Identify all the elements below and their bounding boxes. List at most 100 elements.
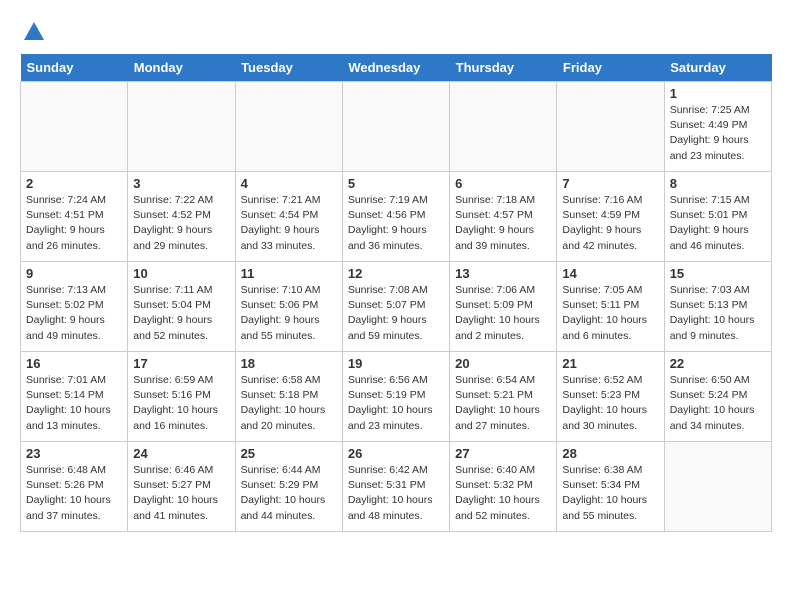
day-number: 19 xyxy=(348,356,444,371)
day-info: Sunrise: 6:44 AM Sunset: 5:29 PM Dayligh… xyxy=(241,463,337,524)
calendar-cell: 10 Sunrise: 7:11 AM Sunset: 5:04 PM Dayli… xyxy=(128,262,235,352)
calendar-week-3: 9 Sunrise: 7:13 AM Sunset: 5:02 PM Daylig… xyxy=(21,262,772,352)
day-info: Sunrise: 7:08 AM Sunset: 5:07 PM Dayligh… xyxy=(348,283,444,344)
day-number: 25 xyxy=(241,446,337,461)
day-number: 28 xyxy=(562,446,658,461)
day-info: Sunrise: 7:21 AM Sunset: 4:54 PM Dayligh… xyxy=(241,193,337,254)
day-number: 13 xyxy=(455,266,551,281)
day-info: Sunrise: 7:22 AM Sunset: 4:52 PM Dayligh… xyxy=(133,193,229,254)
calendar-cell xyxy=(21,82,128,172)
calendar-cell xyxy=(342,82,449,172)
day-number: 21 xyxy=(562,356,658,371)
weekday-header-sunday: Sunday xyxy=(21,54,128,82)
calendar-cell: 20 Sunrise: 6:54 AM Sunset: 5:21 PM Dayli… xyxy=(450,352,557,442)
calendar-cell: 21 Sunrise: 6:52 AM Sunset: 5:23 PM Dayli… xyxy=(557,352,664,442)
calendar-cell: 28 Sunrise: 6:38 AM Sunset: 5:34 PM Dayli… xyxy=(557,442,664,532)
weekday-header-wednesday: Wednesday xyxy=(342,54,449,82)
day-info: Sunrise: 7:10 AM Sunset: 5:06 PM Dayligh… xyxy=(241,283,337,344)
calendar-cell xyxy=(128,82,235,172)
day-number: 22 xyxy=(670,356,766,371)
day-number: 11 xyxy=(241,266,337,281)
calendar-week-5: 23 Sunrise: 6:48 AM Sunset: 5:26 PM Dayli… xyxy=(21,442,772,532)
calendar-week-2: 2 Sunrise: 7:24 AM Sunset: 4:51 PM Daylig… xyxy=(21,172,772,262)
day-number: 9 xyxy=(26,266,122,281)
weekday-header-friday: Friday xyxy=(557,54,664,82)
day-info: Sunrise: 7:11 AM Sunset: 5:04 PM Dayligh… xyxy=(133,283,229,344)
day-number: 12 xyxy=(348,266,444,281)
day-info: Sunrise: 7:19 AM Sunset: 4:56 PM Dayligh… xyxy=(348,193,444,254)
day-number: 5 xyxy=(348,176,444,191)
calendar-cell: 7 Sunrise: 7:16 AM Sunset: 4:59 PM Daylig… xyxy=(557,172,664,262)
calendar-cell: 5 Sunrise: 7:19 AM Sunset: 4:56 PM Daylig… xyxy=(342,172,449,262)
day-number: 14 xyxy=(562,266,658,281)
calendar-cell: 4 Sunrise: 7:21 AM Sunset: 4:54 PM Daylig… xyxy=(235,172,342,262)
calendar-cell: 8 Sunrise: 7:15 AM Sunset: 5:01 PM Daylig… xyxy=(664,172,771,262)
day-info: Sunrise: 6:52 AM Sunset: 5:23 PM Dayligh… xyxy=(562,373,658,434)
calendar-cell xyxy=(450,82,557,172)
day-number: 16 xyxy=(26,356,122,371)
day-number: 8 xyxy=(670,176,766,191)
calendar-cell: 11 Sunrise: 7:10 AM Sunset: 5:06 PM Dayli… xyxy=(235,262,342,352)
day-info: Sunrise: 6:50 AM Sunset: 5:24 PM Dayligh… xyxy=(670,373,766,434)
day-info: Sunrise: 7:06 AM Sunset: 5:09 PM Dayligh… xyxy=(455,283,551,344)
day-number: 2 xyxy=(26,176,122,191)
day-number: 15 xyxy=(670,266,766,281)
calendar-cell xyxy=(664,442,771,532)
calendar-cell: 17 Sunrise: 6:59 AM Sunset: 5:16 PM Dayli… xyxy=(128,352,235,442)
day-info: Sunrise: 6:48 AM Sunset: 5:26 PM Dayligh… xyxy=(26,463,122,524)
day-number: 6 xyxy=(455,176,551,191)
calendar-cell: 12 Sunrise: 7:08 AM Sunset: 5:07 PM Dayli… xyxy=(342,262,449,352)
calendar-cell: 15Sunrise: 7:03 AM Sunset: 5:13 PM Dayli… xyxy=(664,262,771,352)
calendar-cell: 6 Sunrise: 7:18 AM Sunset: 4:57 PM Daylig… xyxy=(450,172,557,262)
calendar-cell: 23 Sunrise: 6:48 AM Sunset: 5:26 PM Dayli… xyxy=(21,442,128,532)
day-number: 23 xyxy=(26,446,122,461)
day-number: 17 xyxy=(133,356,229,371)
day-info: Sunrise: 6:46 AM Sunset: 5:27 PM Dayligh… xyxy=(133,463,229,524)
calendar-cell: 2 Sunrise: 7:24 AM Sunset: 4:51 PM Daylig… xyxy=(21,172,128,262)
day-number: 20 xyxy=(455,356,551,371)
day-info: Sunrise: 6:54 AM Sunset: 5:21 PM Dayligh… xyxy=(455,373,551,434)
day-number: 7 xyxy=(562,176,658,191)
day-info: Sunrise: 7:24 AM Sunset: 4:51 PM Dayligh… xyxy=(26,193,122,254)
calendar-cell: 18 Sunrise: 6:58 AM Sunset: 5:18 PM Dayli… xyxy=(235,352,342,442)
calendar-cell: 19 Sunrise: 6:56 AM Sunset: 5:19 PM Dayli… xyxy=(342,352,449,442)
page-header xyxy=(20,20,772,44)
calendar-cell: 26Sunrise: 6:42 AM Sunset: 5:31 PM Dayli… xyxy=(342,442,449,532)
day-number: 24 xyxy=(133,446,229,461)
day-info: Sunrise: 6:38 AM Sunset: 5:34 PM Dayligh… xyxy=(562,463,658,524)
logo-icon xyxy=(22,20,46,44)
day-info: Sunrise: 7:25 AM Sunset: 4:49 PM Dayligh… xyxy=(670,103,766,164)
day-info: Sunrise: 6:56 AM Sunset: 5:19 PM Dayligh… xyxy=(348,373,444,434)
day-number: 1 xyxy=(670,86,766,101)
day-info: Sunrise: 7:05 AM Sunset: 5:11 PM Dayligh… xyxy=(562,283,658,344)
day-number: 18 xyxy=(241,356,337,371)
day-info: Sunrise: 7:15 AM Sunset: 5:01 PM Dayligh… xyxy=(670,193,766,254)
calendar-cell xyxy=(557,82,664,172)
day-number: 4 xyxy=(241,176,337,191)
calendar-cell: 3 Sunrise: 7:22 AM Sunset: 4:52 PM Daylig… xyxy=(128,172,235,262)
day-info: Sunrise: 6:40 AM Sunset: 5:32 PM Dayligh… xyxy=(455,463,551,524)
logo xyxy=(20,20,46,44)
day-number: 27 xyxy=(455,446,551,461)
day-info: Sunrise: 7:18 AM Sunset: 4:57 PM Dayligh… xyxy=(455,193,551,254)
calendar-week-4: 16 Sunrise: 7:01 AM Sunset: 5:14 PM Dayli… xyxy=(21,352,772,442)
day-info: Sunrise: 7:01 AM Sunset: 5:14 PM Dayligh… xyxy=(26,373,122,434)
day-number: 3 xyxy=(133,176,229,191)
day-number: 10 xyxy=(133,266,229,281)
calendar-cell: 24 Sunrise: 6:46 AM Sunset: 5:27 PM Dayli… xyxy=(128,442,235,532)
calendar-cell: 25 Sunrise: 6:44 AM Sunset: 5:29 PM Dayli… xyxy=(235,442,342,532)
weekday-header-tuesday: Tuesday xyxy=(235,54,342,82)
day-info: Sunrise: 7:13 AM Sunset: 5:02 PM Dayligh… xyxy=(26,283,122,344)
calendar-cell: 1 Sunrise: 7:25 AM Sunset: 4:49 PM Daylig… xyxy=(664,82,771,172)
calendar-table: SundayMondayTuesdayWednesdayThursdayFrid… xyxy=(20,54,772,532)
day-info: Sunrise: 7:16 AM Sunset: 4:59 PM Dayligh… xyxy=(562,193,658,254)
weekday-header-thursday: Thursday xyxy=(450,54,557,82)
day-info: Sunrise: 6:58 AM Sunset: 5:18 PM Dayligh… xyxy=(241,373,337,434)
day-info: Sunrise: 6:59 AM Sunset: 5:16 PM Dayligh… xyxy=(133,373,229,434)
weekday-header-row: SundayMondayTuesdayWednesdayThursdayFrid… xyxy=(21,54,772,82)
calendar-cell: 16 Sunrise: 7:01 AM Sunset: 5:14 PM Dayli… xyxy=(21,352,128,442)
calendar-cell: 9 Sunrise: 7:13 AM Sunset: 5:02 PM Daylig… xyxy=(21,262,128,352)
weekday-header-saturday: Saturday xyxy=(664,54,771,82)
calendar-week-1: 1 Sunrise: 7:25 AM Sunset: 4:49 PM Daylig… xyxy=(21,82,772,172)
calendar-cell: 27 Sunrise: 6:40 AM Sunset: 5:32 PM Dayli… xyxy=(450,442,557,532)
